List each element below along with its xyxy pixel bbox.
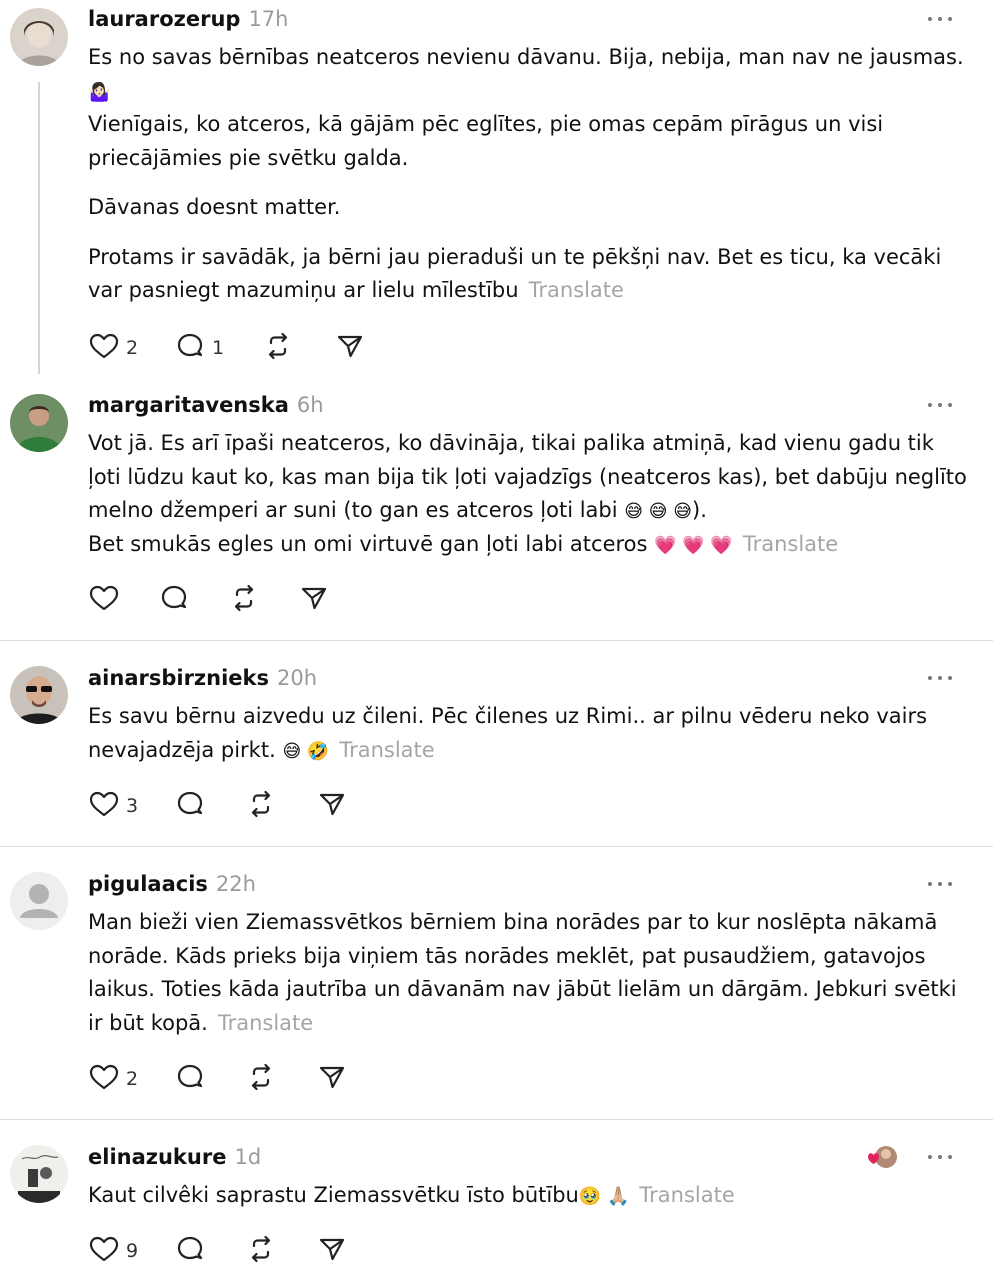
avatar[interactable] (10, 394, 68, 452)
like-count: 9 (126, 1240, 139, 1262)
thread-line (38, 82, 40, 374)
repost-button[interactable] (245, 789, 277, 823)
like-count: 2 (126, 1068, 139, 1090)
heart-icon (88, 788, 120, 824)
repost-icon (245, 1233, 277, 1269)
like-button[interactable]: 2 (88, 1062, 138, 1096)
translate-link[interactable]: Translate (743, 532, 838, 556)
share-button[interactable] (316, 789, 348, 823)
reply-count: 1 (212, 337, 225, 359)
reply-post: margaritavenska 6h Vot jā. Es arī īpaši n… (0, 380, 993, 640)
reply-post: laurarozerup 17h Es no savas bērnības nea… (0, 0, 993, 380)
reply-post: ainarsbirznieks 20h Es savu bērnu aizvedu… (0, 641, 993, 846)
post-time: 1d (234, 1145, 262, 1169)
paragraph: Bet smukās egles un omi virtuvē gan ļoti… (88, 531, 839, 556)
paragraph: Kaut cilvêki saprastu Ziemassvētku īsto … (88, 1183, 735, 1207)
paragraph: Protams ir savādāk, ja bērni jau pieradu… (88, 244, 942, 303)
avatar[interactable] (10, 8, 68, 66)
share-button[interactable] (316, 1234, 348, 1268)
paragraph: Es savu bērnu aizvedu uz čileni. Pēc čil… (88, 704, 928, 762)
post-text: Man bieži vien Ziemassvētkos bērniem bin… (88, 906, 968, 1040)
comment-icon (158, 582, 190, 618)
post-text: Kaut cilvêki saprastu Ziemassvētku īsto … (88, 1179, 968, 1213)
like-button[interactable] (88, 583, 120, 617)
more-icon[interactable] (928, 14, 952, 24)
reply-button[interactable]: 1 (174, 331, 224, 365)
heart-icon (88, 582, 120, 618)
repost-icon (245, 1061, 277, 1097)
paragraph: Man bieži vien Ziemassvētkos bērniem bin… (88, 910, 957, 1035)
emoji: 🥹 🙏🏼 (578, 1186, 630, 1207)
reply-button[interactable] (174, 789, 206, 823)
like-count: 2 (126, 337, 139, 359)
send-icon (334, 330, 366, 366)
post-text: Es no savas bērnības neatceros nevienu d… (88, 41, 968, 308)
translate-link[interactable]: Translate (339, 738, 434, 762)
paragraph-emoji: 🤷🏻‍♀️ (88, 81, 111, 103)
comment-icon (174, 1233, 206, 1269)
send-icon (316, 788, 348, 824)
share-button[interactable] (334, 331, 366, 365)
avatar[interactable] (10, 1145, 68, 1203)
send-icon (316, 1233, 348, 1269)
post-text: Es savu bērnu aizvedu uz čileni. Pēc čil… (88, 700, 968, 767)
more-icon[interactable] (928, 1152, 952, 1162)
emoji: 😅 😅 😅 (624, 501, 693, 522)
comment-icon (174, 1061, 206, 1097)
like-button[interactable]: 3 (88, 789, 138, 823)
replies-feed: laurarozerup 17h Es no savas bērnības nea… (0, 0, 993, 1282)
paragraph: Es no savas bērnības neatceros nevienu d… (88, 45, 964, 69)
comment-icon (174, 788, 206, 824)
paragraph: Vot jā. Es arī īpaši neatceros, ko dāvin… (88, 431, 967, 522)
heart-icon (88, 330, 120, 366)
username[interactable]: ainarsbirznieks 20h (88, 666, 317, 690)
post-time: 6h (296, 393, 324, 417)
send-icon (316, 1061, 348, 1097)
heart-icon (88, 1061, 120, 1097)
post-time: 17h (248, 7, 289, 31)
translate-link[interactable]: Translate (639, 1183, 734, 1207)
share-button[interactable] (316, 1062, 348, 1096)
username[interactable]: pigulaacis 22h (88, 872, 256, 896)
post-text: Vot jā. Es arī īpaši neatceros, ko dāvin… (88, 427, 968, 561)
repost-icon (228, 582, 260, 618)
username[interactable]: elinazukure 1d (88, 1145, 261, 1169)
repost-icon (262, 330, 294, 366)
username[interactable]: margaritavenska 6h (88, 393, 324, 417)
comment-icon (174, 330, 206, 366)
reply-post: pigulaacis 22h Man bieži vien Ziemassvētk… (0, 847, 993, 1119)
reply-button[interactable] (158, 583, 190, 617)
reply-post: elinazukure 1d Kaut cilvêki saprastu Ziem… (0, 1120, 993, 1282)
repost-button[interactable] (245, 1234, 277, 1268)
more-icon[interactable] (928, 400, 952, 410)
reply-button[interactable] (174, 1234, 206, 1268)
repost-button[interactable] (262, 331, 294, 365)
liked-by-avatars[interactable] (862, 1144, 898, 1172)
like-count: 3 (126, 795, 139, 817)
like-button[interactable]: 9 (88, 1234, 138, 1268)
avatar[interactable] (10, 872, 68, 930)
more-icon[interactable] (928, 673, 952, 683)
translate-link[interactable]: Translate (218, 1011, 313, 1035)
translate-link[interactable]: Translate (529, 278, 624, 302)
username[interactable]: laurarozerup 17h (88, 7, 288, 31)
reply-button[interactable] (174, 1062, 206, 1096)
repost-button[interactable] (245, 1062, 277, 1096)
emoji: 😅 🤣 (282, 740, 330, 762)
paragraph: Dāvanas doesnt matter. (88, 195, 341, 219)
post-time: 22h (215, 872, 256, 896)
send-icon (298, 582, 330, 618)
more-icon[interactable] (928, 879, 952, 889)
share-button[interactable] (298, 583, 330, 617)
heart-icon (88, 1233, 120, 1269)
emoji: 💗 💗 💗 (654, 534, 733, 556)
avatar[interactable] (10, 666, 68, 724)
post-time: 20h (277, 666, 318, 690)
repost-icon (245, 788, 277, 824)
repost-button[interactable] (228, 583, 260, 617)
paragraph: Vienīgais, ko atceros, kā gājām pēc eglī… (88, 112, 884, 170)
like-button[interactable]: 2 (88, 331, 138, 365)
